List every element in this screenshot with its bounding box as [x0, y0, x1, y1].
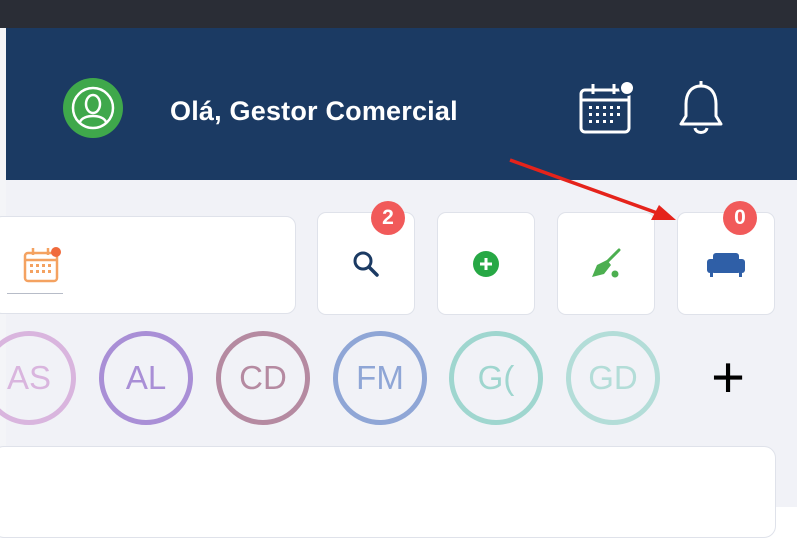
calendar-icon[interactable] — [23, 245, 63, 285]
sofa-icon — [707, 252, 745, 277]
broom-icon — [592, 248, 621, 277]
sofa-badge: 0 — [723, 201, 757, 235]
user-avatar[interactable] — [63, 78, 123, 138]
main-content: 2 0 AS AL CD FM G(GD + — [0, 180, 797, 538]
calendar-icon[interactable] — [578, 80, 636, 134]
user-filter-circle[interactable]: AL — [99, 331, 193, 425]
greeting-text: Olá, Gestor Comercial — [170, 96, 458, 126]
date-filter-field[interactable] — [0, 216, 296, 314]
user-filter-circle[interactable]: CD — [216, 331, 310, 425]
add-user-button[interactable]: + — [700, 340, 756, 414]
add-button[interactable] — [437, 212, 535, 315]
user-filter-circle[interactable]: GD — [566, 331, 660, 425]
window-top-bar — [0, 0, 797, 28]
content-card — [0, 446, 776, 538]
user-filter-circle[interactable]: AS — [0, 331, 76, 425]
bell-icon[interactable] — [678, 80, 724, 136]
date-field-underline — [7, 293, 63, 294]
user-filter-circle[interactable]: FM — [333, 331, 427, 425]
app-header: Olá, Gestor Comercial — [6, 28, 797, 180]
user-filter-circle[interactable]: G( — [449, 331, 543, 425]
search-icon — [353, 251, 379, 277]
plus-circle-icon — [473, 250, 499, 277]
clean-button[interactable] — [557, 212, 655, 315]
user-icon — [71, 86, 115, 130]
search-badge: 2 — [371, 201, 405, 235]
